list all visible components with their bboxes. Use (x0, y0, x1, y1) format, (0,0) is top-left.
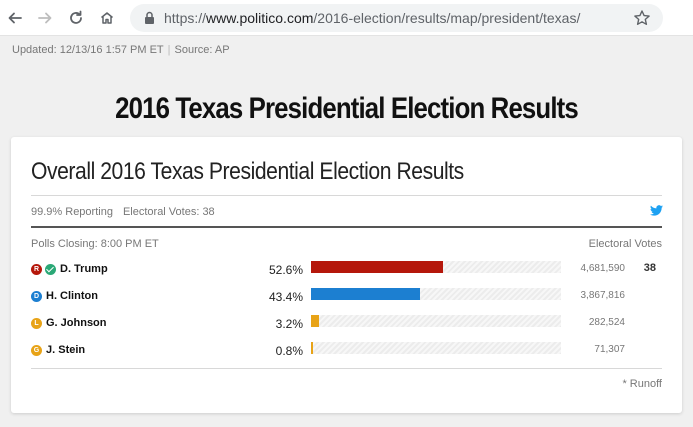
vote-percent: 43.4% (268, 290, 303, 304)
candidate-name: J. Stein (46, 344, 86, 356)
vote-bar-fill (311, 288, 420, 300)
divider (31, 195, 662, 196)
electoral-votes-header: Electoral Votes (588, 238, 662, 250)
party-badge: D (31, 291, 42, 302)
star-icon[interactable] (633, 9, 651, 27)
twitter-icon[interactable] (650, 205, 663, 216)
vote-percent: 52.6% (268, 263, 303, 277)
candidate-row: D H. Clinton 43.4% 3,867,816 (31, 288, 662, 308)
arrow-left-icon (8, 12, 22, 24)
candidate-name: H. Clinton (46, 290, 98, 302)
reload-icon (70, 10, 82, 24)
url-text[interactable]: https://www.politico.com/2016-election/r… (164, 10, 580, 26)
home-button[interactable] (96, 7, 118, 29)
electoral-votes-won: 38 (643, 262, 656, 274)
party-badge: G (31, 345, 42, 356)
page-title: 2016 Texas Presidential Election Results (115, 92, 579, 125)
vote-bar-fill (311, 261, 443, 273)
card-title: Overall 2016 Texas Presidential Election… (31, 158, 464, 185)
update-info: Updated: 12/13/16 1:57 PM ET | Source: AP (12, 44, 230, 56)
vote-bar-fill (311, 342, 313, 354)
candidate-row: R D. Trump 52.6% 4,681,590 38 (31, 261, 662, 281)
divider: | (167, 44, 171, 56)
party-badge: L (31, 318, 42, 329)
reload-button[interactable] (65, 7, 87, 29)
party-badge: R (31, 264, 42, 275)
arrow-right-icon (38, 12, 52, 24)
lock-icon (145, 11, 154, 24)
runoff-note: * Runoff (622, 378, 662, 390)
vote-bar-track (311, 315, 561, 327)
vote-bar-track (311, 288, 561, 300)
results-card: Overall 2016 Texas Presidential Election… (11, 137, 682, 413)
vote-count: 3,867,816 (580, 290, 626, 301)
divider (31, 226, 662, 228)
candidate-name: D. Trump (60, 263, 108, 275)
candidate-name: G. Johnson (46, 317, 107, 329)
url-path: /2016-election/results/map/president/tex… (313, 10, 581, 26)
reporting-info: 99.9% Reporting Electoral Votes: 38 (31, 206, 215, 218)
source-label: Source: AP (174, 44, 230, 56)
vote-bar-track (311, 261, 561, 273)
vote-count: 4,681,590 (580, 263, 626, 274)
candidate-row: G J. Stein 0.8% 71,307 (31, 342, 662, 362)
url-scheme: https:// (164, 10, 207, 26)
vote-bar-track (311, 342, 561, 354)
vote-count: 71,307 (594, 344, 625, 355)
vote-percent: 0.8% (275, 344, 303, 358)
url-host: www.politico.com (206, 10, 314, 26)
candidate-row: L G. Johnson 3.2% 282,524 (31, 315, 662, 335)
polls-closing: Polls Closing: 8:00 PM ET (31, 238, 159, 250)
forward-button[interactable] (34, 7, 56, 29)
vote-percent: 3.2% (275, 317, 303, 331)
home-icon (101, 12, 113, 24)
back-button[interactable] (4, 7, 26, 29)
address-bar[interactable]: https://www.politico.com/2016-election/r… (130, 4, 663, 32)
updated-timestamp: Updated: 12/13/16 1:57 PM ET (12, 44, 164, 56)
browser-toolbar: https://www.politico.com/2016-election/r… (0, 0, 693, 36)
vote-count: 282,524 (588, 317, 625, 328)
winner-check-icon (45, 264, 56, 275)
divider (31, 368, 662, 369)
reporting-percent: 99.9% Reporting (31, 206, 113, 218)
electoral-votes-total: Electoral Votes: 38 (122, 206, 215, 218)
vote-bar-fill (311, 315, 319, 327)
